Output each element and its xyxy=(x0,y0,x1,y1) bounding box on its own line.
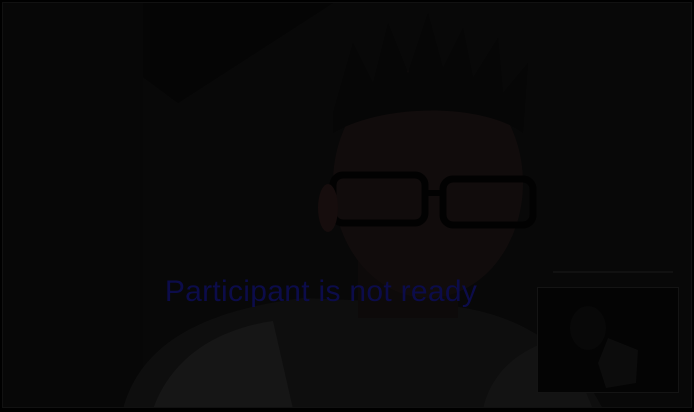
video-call-window: Participant is not ready xyxy=(2,2,692,408)
self-view-feed xyxy=(538,288,678,392)
self-view-handle xyxy=(553,271,673,273)
self-view-video[interactable] xyxy=(537,287,679,393)
